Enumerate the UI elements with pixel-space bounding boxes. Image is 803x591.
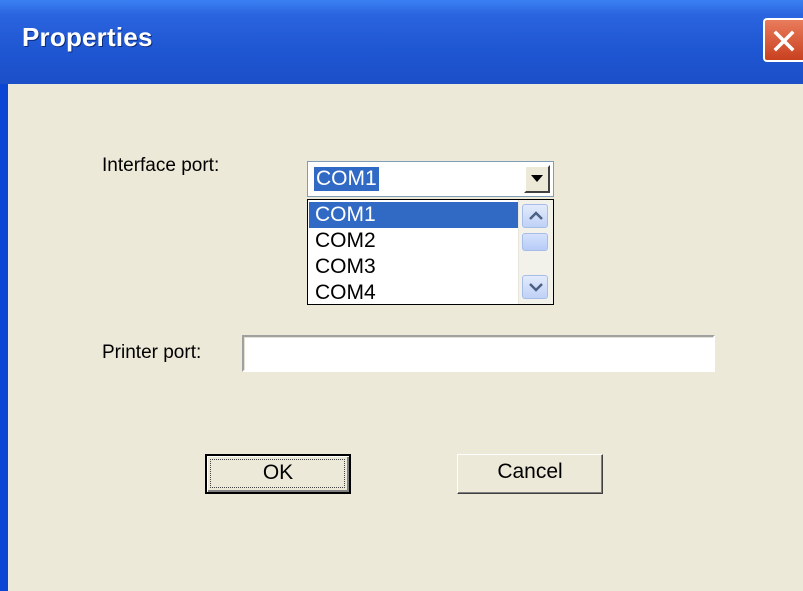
window-left-border <box>0 84 8 591</box>
scroll-up-button[interactable] <box>522 204 548 228</box>
focus-rectangle <box>210 459 345 488</box>
cancel-button-label: Cancel <box>497 460 563 483</box>
close-icon <box>773 30 795 52</box>
interface-port-value: COM1 <box>314 167 379 191</box>
scroll-down-button[interactable] <box>522 275 548 299</box>
dropdown-option-com2[interactable]: COM2 <box>309 228 518 254</box>
combobox-dropdown-button[interactable] <box>524 165 550 193</box>
chevron-up-icon <box>529 211 543 220</box>
interface-port-label: Interface port: <box>102 155 220 176</box>
interface-port-combobox[interactable]: COM1 <box>307 161 554 197</box>
dropdown-option-com1[interactable]: COM1 <box>309 202 518 228</box>
close-button[interactable] <box>763 18 803 62</box>
ok-button[interactable]: OK <box>205 454 351 494</box>
cancel-button[interactable]: Cancel <box>457 454 603 494</box>
window-title: Properties <box>22 22 153 52</box>
dropdown-option-com3[interactable]: COM3 <box>309 254 518 280</box>
dropdown-option-com4[interactable]: COM4 <box>309 280 518 304</box>
title-bar[interactable]: Properties <box>0 0 803 84</box>
scroll-thumb[interactable] <box>522 233 548 251</box>
printer-port-input[interactable] <box>242 335 715 372</box>
dropdown-scrollbar[interactable] <box>518 200 553 304</box>
printer-port-label: Printer port: <box>102 342 202 363</box>
chevron-down-icon <box>531 175 543 182</box>
interface-port-dropdown-list[interactable]: COM1 COM2 COM3 COM4 <box>307 199 554 305</box>
chevron-down-icon <box>529 283 543 292</box>
properties-dialog: Properties Interface port: COM1 COM1 COM… <box>0 0 803 591</box>
